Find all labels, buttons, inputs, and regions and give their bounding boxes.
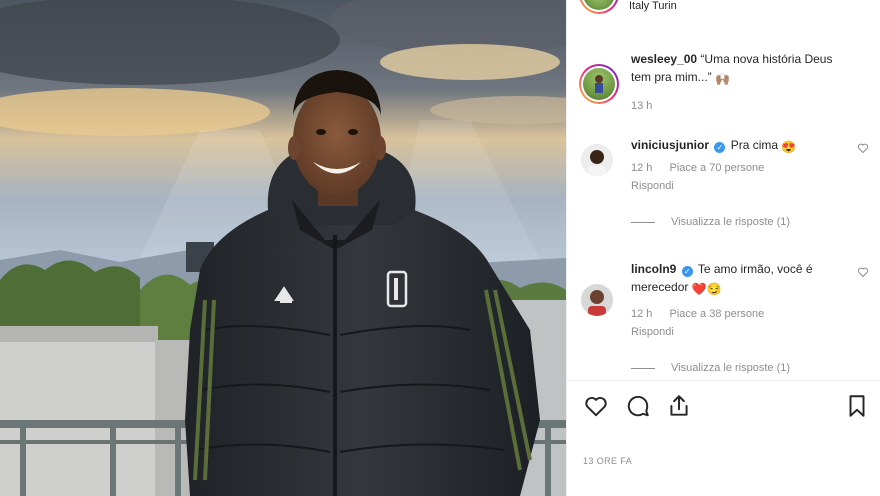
view-replies-link[interactable]: Visualizza le risposte (1) <box>631 362 790 374</box>
avatar-picture <box>595 75 603 93</box>
heart-icon[interactable] <box>583 393 609 419</box>
like-comment-heart-icon[interactable] <box>857 142 869 154</box>
avatar-picture <box>581 144 613 176</box>
comment-time: 12 h <box>631 308 653 320</box>
comment-time: 12 h <box>631 162 653 174</box>
comment-icon[interactable] <box>625 393 651 419</box>
comment-meta: 12 h Piace a 70 persone <box>631 162 764 174</box>
caption-avatar[interactable] <box>579 64 619 104</box>
comment-text: lincoln9 ✓ Te amo irmão, você é merecedo… <box>631 260 849 298</box>
post-photo[interactable] <box>0 0 566 496</box>
verified-badge-icon: ✓ <box>714 142 726 153</box>
post-timestamp: 13 ORE FA <box>583 456 633 466</box>
like-comment-heart-icon[interactable] <box>857 266 869 278</box>
comment-username[interactable]: viniciusjunior <box>631 138 709 152</box>
location-link[interactable]: Italy Turin <box>629 0 677 12</box>
caption-line-1: “Uma nova história Deus <box>700 52 833 66</box>
reply-button[interactable]: Rispondi <box>631 326 674 338</box>
avatar-picture <box>581 284 613 316</box>
comment-username[interactable]: lincoln9 <box>631 262 676 276</box>
comment-avatar[interactable] <box>581 284 613 316</box>
view-replies-label: Visualizza le risposte (1) <box>671 362 791 374</box>
heart-eyes-emoji-icon: 😍 <box>781 140 797 154</box>
comment-body-line-1: Te amo irmão, você é <box>697 262 813 276</box>
comment-body-line-2: merecedor <box>631 280 689 294</box>
comment-likes[interactable]: Piace a 38 persone <box>669 308 764 320</box>
replies-divider <box>631 367 655 369</box>
post-side-panel: Italy Turin wesleey_00 “Uma nova históri… <box>566 0 880 496</box>
comment-body: Pra cima <box>730 138 779 152</box>
share-icon[interactable] <box>666 393 692 419</box>
comment-likes[interactable]: Piace a 70 persone <box>669 162 764 174</box>
comment-text: viniciusjunior ✓ Pra cima 😍 <box>631 136 849 156</box>
view-replies-link[interactable]: Visualizza le risposte (1) <box>631 216 790 228</box>
verified-badge-icon: ✓ <box>681 266 693 277</box>
caption-username[interactable]: wesleey_00 <box>631 52 697 66</box>
caption-text: wesleey_00 “Uma nova história Deus tem p… <box>631 50 871 88</box>
comment-meta: 12 h Piace a 38 persone <box>631 308 764 320</box>
comment-avatar[interactable] <box>581 144 613 176</box>
caption-line-2: tem pra mim...” <box>631 70 712 84</box>
location-row: Italy Turin <box>567 0 880 18</box>
raised-hands-emoji-icon: 🙌🏽 <box>715 72 730 86</box>
bookmark-icon[interactable] <box>844 393 870 419</box>
reply-button[interactable]: Rispondi <box>631 180 674 192</box>
heart-smirk-emoji-icon: ❤️😏 <box>691 282 722 296</box>
action-bar <box>567 380 880 440</box>
caption-time: 13 h <box>631 100 653 112</box>
poster-avatar[interactable] <box>579 0 619 14</box>
post-photo-illustration <box>0 0 566 496</box>
view-replies-label: Visualizza le risposte (1) <box>671 216 791 228</box>
replies-divider <box>631 221 655 223</box>
